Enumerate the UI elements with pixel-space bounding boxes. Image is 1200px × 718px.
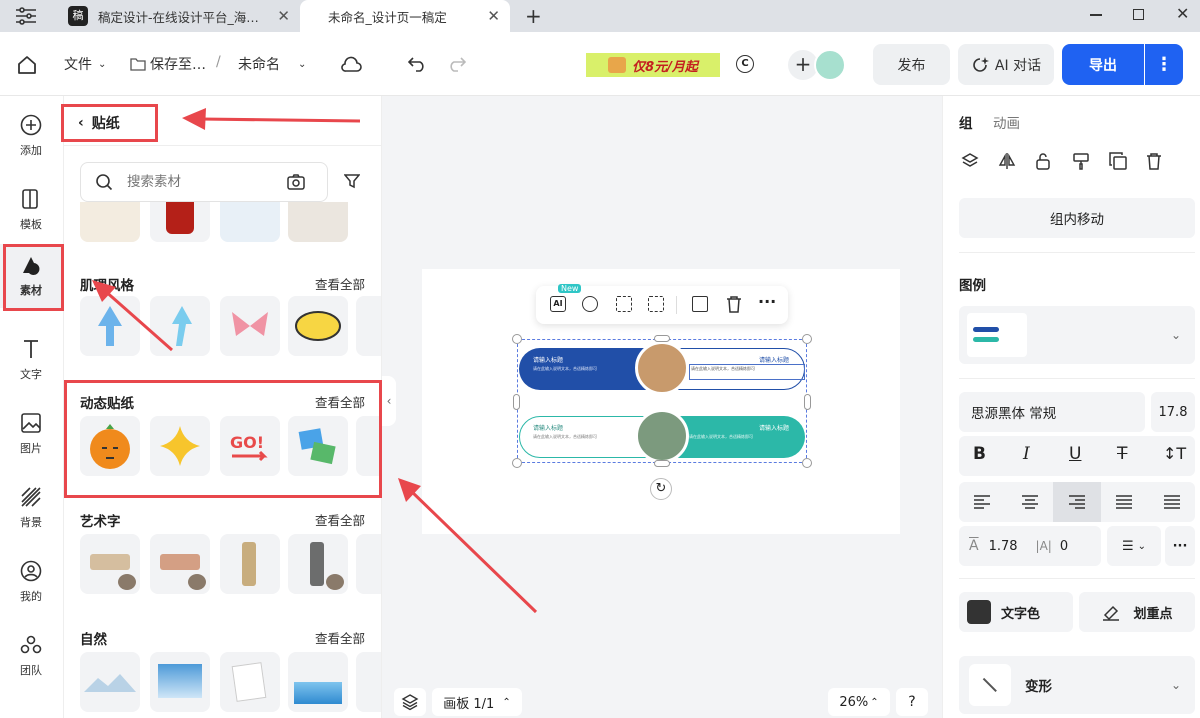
annotation-arrows	[92, 108, 538, 614]
